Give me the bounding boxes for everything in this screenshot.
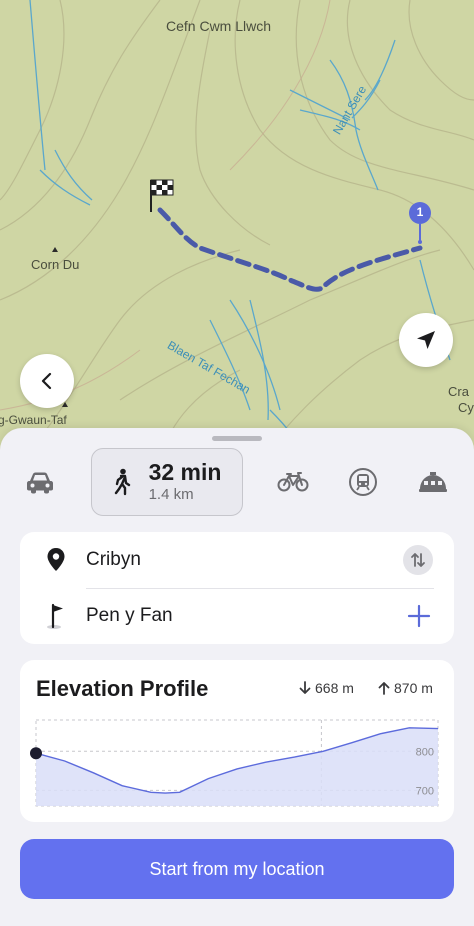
my-location-button[interactable] [399,313,453,367]
elevation-tick-label: 700 [416,785,434,797]
map-view[interactable]: Cefn Cwm Llwch Corn Du Nant Sere Blaen T… [0,0,474,460]
mode-transit-button[interactable] [340,448,386,516]
destination-label: Pen y Fan [86,605,173,626]
arrow-down-icon [299,681,311,694]
mode-bike-button[interactable] [270,448,316,516]
mode-cable-car-button[interactable] [410,448,456,516]
elevation-area [36,727,438,806]
arrow-up-icon [378,682,390,695]
sheet-grabber[interactable] [212,436,262,441]
ascent-stat: 870 m [378,680,433,696]
elevation-start-marker [30,747,42,760]
transport-mode-bar: 32 min 1.4 km [0,448,474,518]
map-label-corn-du: Corn Du [31,257,80,272]
ascent-value: 870 m [394,680,433,696]
elevation-card: Elevation Profile 668 m 870 m 700 800 [20,660,454,822]
swap-arrows-icon [411,553,425,567]
swap-route-button[interactable] [403,545,433,575]
descent-value: 668 m [315,680,354,696]
origin-row[interactable]: Cribyn [20,532,454,588]
walk-distance: 1.4 km [148,486,194,503]
peak-marker [52,247,58,252]
map-label-gwaun-taf: g-Gwaun-Taf [0,413,67,427]
origin-label: Cribyn [86,549,141,570]
walking-person-icon [114,468,130,496]
map-label-cy: Cy [458,400,474,415]
plus-icon [407,604,431,628]
map-label-cefn-cwm-llwch: Cefn Cwm Llwch [166,18,272,34]
chevron-left-icon [41,372,52,390]
add-stop-button[interactable] [406,603,432,629]
map-label-cra: Cra [448,384,469,399]
flag-icon [44,602,68,630]
cable-car-icon [419,472,447,492]
car-icon [27,472,53,494]
bicycle-icon [277,472,309,492]
location-pin-icon [44,546,68,574]
elevation-chart[interactable]: 700 800 [30,714,444,814]
train-icon [349,468,377,496]
walk-duration: 32 min [148,459,222,485]
location-arrow-icon [417,331,435,349]
elevation-tick-label: 800 [416,746,434,758]
start-from-location-button[interactable]: Start from my location [20,839,454,899]
route-card: Cribyn Pen y Fan [20,532,454,644]
back-button[interactable] [20,354,74,408]
mode-walk-button[interactable]: 32 min 1.4 km [91,448,243,516]
start-pin-number: 1 [416,205,424,219]
destination-row[interactable]: Pen y Fan [20,588,454,644]
descent-stat: 668 m [299,680,354,696]
mode-car-button[interactable] [18,448,62,516]
elevation-title: Elevation Profile [36,676,209,701]
start-pin-marker[interactable]: 1 [408,202,432,244]
route-sheet: 32 min 1.4 km Cribyn Pen y Fan Elevation… [0,428,474,926]
